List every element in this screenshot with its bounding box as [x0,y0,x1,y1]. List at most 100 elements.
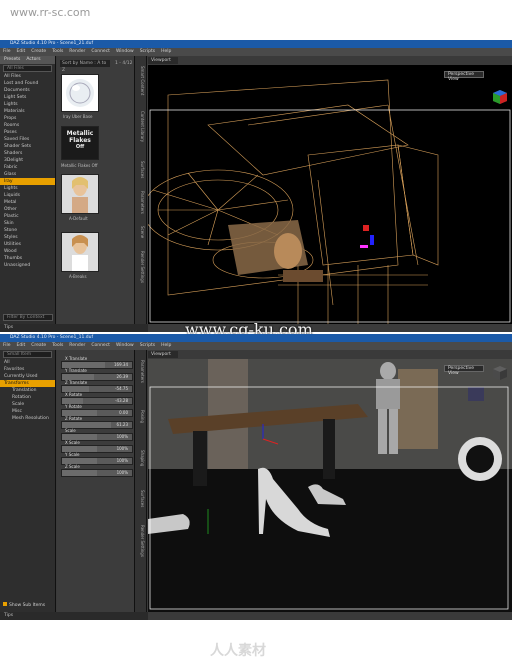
folder-item[interactable]: Poses [0,129,55,136]
tree-item[interactable]: Mesh Resolution [0,415,55,422]
vtab-smart-content[interactable]: Smart Content [136,66,145,95]
tree-item[interactable]: Transforms [0,380,55,387]
vtab-parameters[interactable]: Parameters [136,360,145,383]
vtab-surfaces[interactable]: Surfaces [136,161,145,178]
menu-edit[interactable]: Edit [17,48,26,56]
thumbnail-metallic-flakes[interactable]: Metallic Flakes Off [61,126,99,160]
menu-create[interactable]: Create [31,48,46,56]
show-sub-items-checkbox[interactable]: Show Sub Items [3,602,45,608]
vtab-scene[interactable]: Scene [136,226,145,238]
folder-item[interactable]: Materials [0,108,55,115]
tab-presets[interactable]: Presets [4,56,20,64]
folder-filter-dropdown[interactable]: All Files [3,65,52,72]
folder-item[interactable]: All Files [0,73,55,80]
tips-tab[interactable]: Tips [0,324,148,332]
folder-item[interactable]: Plastic [0,213,55,220]
folder-item[interactable]: Liquids [0,192,55,199]
folder-item[interactable]: Lights [0,101,55,108]
filter-by-context-input[interactable]: Filter By Context [3,314,53,321]
folder-item[interactable]: Fabric [0,164,55,171]
folder-item[interactable]: Thumbs [0,255,55,262]
tips-tab[interactable]: Tips [0,612,148,620]
folder-item[interactable]: Shader Sets [0,143,55,150]
tab-actors[interactable]: Actors [26,56,40,64]
folder-item[interactable]: Other [0,206,55,213]
menu-tools[interactable]: Tools [52,48,63,56]
folder-item[interactable]: Stone [0,227,55,234]
window-title: DAZ Studio 4.10 Pro - Scene1_21.duf [0,40,512,48]
parameter-value[interactable]: 100% [117,446,128,451]
menu-connect[interactable]: Connect [91,48,110,56]
viewport-3d[interactable]: Perspective View [148,65,512,324]
folder-item[interactable]: Styles [0,234,55,241]
folder-item[interactable]: Utilities [0,241,55,248]
folder-item[interactable]: Saved Files [0,136,55,143]
parameter-value[interactable]: 169.34 [114,362,128,367]
sort-dropdown[interactable]: Sort by Name : A to Z [60,60,110,73]
vtab-surfaces[interactable]: Surfaces [136,490,145,507]
menu-render[interactable]: Render [69,342,85,350]
render-scene [148,359,512,612]
folder-item[interactable]: Glass [0,171,55,178]
folder-item[interactable]: Shaders [0,150,55,157]
folder-item[interactable]: Lights [0,185,55,192]
tree-item[interactable]: Translation [0,387,55,394]
menu-scripts[interactable]: Scripts [140,48,155,56]
folder-item[interactable]: Lost and Found [0,80,55,87]
folder-item[interactable]: Unassigned [0,262,55,269]
item-dropdown[interactable]: Small Item [3,351,52,358]
menu-create[interactable]: Create [31,342,46,350]
vtab-content-library[interactable]: Content Library [136,111,145,142]
folder-item[interactable]: Documents [0,87,55,94]
vtab-shaping[interactable]: Shaping [136,450,145,466]
view-cube-icon[interactable] [492,89,508,105]
parameter-value[interactable]: -54.75 [115,386,128,391]
tree-item[interactable]: Scale [0,401,55,408]
folder-item[interactable]: Metal [0,199,55,206]
thumbnail-a-default[interactable] [61,174,99,214]
vtab-posing[interactable]: Posing [136,410,145,423]
folder-item[interactable]: Wood [0,248,55,255]
folder-item[interactable]: Skin [0,220,55,227]
thumbnail-caption-line: Off [75,144,85,150]
viewport-3d[interactable]: Perspective View [148,359,512,612]
menu-file[interactable]: File [3,48,11,56]
parameter-value[interactable]: 0.00 [119,410,128,415]
menu-tools[interactable]: Tools [52,342,63,350]
parameter-value[interactable]: 100% [117,434,128,439]
parameter-value[interactable]: 100% [117,470,128,475]
menu-window[interactable]: Window [116,48,134,56]
tree-item[interactable]: Misc [0,408,55,415]
parameter-value[interactable]: 26.39 [117,374,128,379]
menu-help[interactable]: Help [161,342,171,350]
folder-item[interactable]: Props [0,115,55,122]
menu-edit[interactable]: Edit [17,342,26,350]
folder-item[interactable]: 3Delight [0,157,55,164]
menu-window[interactable]: Window [116,342,134,350]
folder-item[interactable]: Rooms [0,122,55,129]
tree-item[interactable]: Currently Used [0,373,55,380]
view-cube-icon[interactable] [492,365,508,381]
perspective-view-dropdown[interactable]: Perspective View [444,71,484,82]
parameter-value[interactable]: -43.28 [115,398,128,403]
thumbnail-a-breaks[interactable] [61,232,99,272]
parameter-value[interactable]: 100% [117,458,128,463]
menu-help[interactable]: Help [161,48,171,56]
vtab-render-settings[interactable]: Render Settings [136,525,145,557]
viewport-tab[interactable]: Viewport [148,351,178,358]
menu-render[interactable]: Render [69,48,85,56]
perspective-view-dropdown[interactable]: Perspective View [444,365,484,376]
folder-item[interactable]: Iray [0,178,55,185]
thumbnail-iray-uber-base[interactable] [61,74,99,112]
vtab-parameters[interactable]: Parameters [136,191,145,214]
viewport-tab[interactable]: Viewport [148,57,178,64]
vtab-render-settings[interactable]: Render Settings [136,251,145,283]
menu-connect[interactable]: Connect [91,342,110,350]
parameter-value[interactable]: 61.23 [117,422,128,427]
folder-item[interactable]: Light Sets [0,94,55,101]
tree-item[interactable]: Favorites [0,366,55,373]
tree-item[interactable]: Rotation [0,394,55,401]
tree-item[interactable]: All [0,359,55,366]
menu-file[interactable]: File [3,342,11,350]
menu-scripts[interactable]: Scripts [140,342,155,350]
